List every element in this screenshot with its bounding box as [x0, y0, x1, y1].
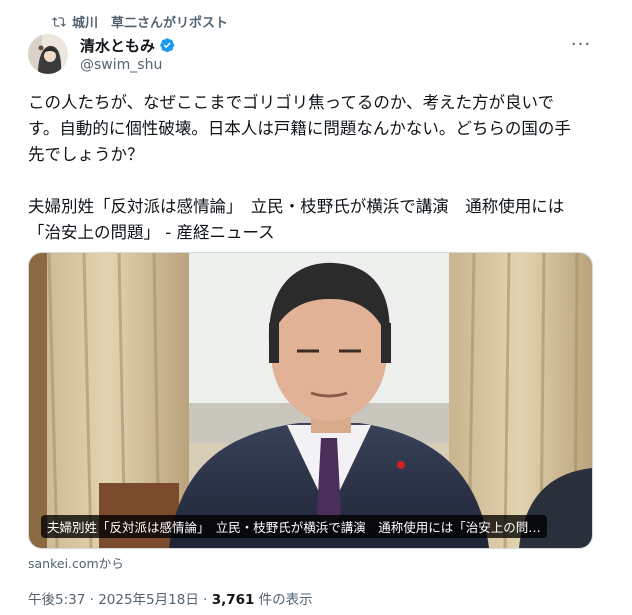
- repost-icon: [52, 16, 66, 27]
- tweet-line: 夫婦別姓「反対派は感情論」 立民・枝野氏が横浜で講演 通称使用には: [28, 197, 565, 216]
- card-image: [29, 253, 592, 548]
- tweet-line: 先でしょうか？: [28, 145, 144, 164]
- author-name[interactable]: 清水ともみ: [80, 35, 155, 56]
- tweet-text: この人たちが、なぜここまでゴリゴリ焦ってるのか、考えた方が良いで す。自動的に個…: [28, 90, 608, 246]
- view-count-label: 件の表示: [254, 592, 313, 608]
- repost-indicator[interactable]: 城川 草二さんがリポスト: [52, 12, 228, 31]
- tweet-meta: 午後5:37 · 2025年5月18日 · 3,761 件の表示: [28, 588, 313, 608]
- card-title: 夫婦別姓「反対派は感情論」 立民・枝野氏が横浜で講演 通称使用には「治安上の問…: [41, 515, 547, 538]
- author-handle[interactable]: @swim_shu: [80, 57, 162, 73]
- more-dots-icon: ···: [570, 33, 592, 55]
- tweet-line: 「治安上の問題」 - 産経ニュース: [28, 223, 275, 242]
- avatar[interactable]: [28, 34, 68, 74]
- author-name-row[interactable]: 清水ともみ: [80, 35, 177, 56]
- repost-text: 城川 草二さんがリポスト: [72, 16, 229, 31]
- tweet-line: す。自動的に個性破壊。日本人は戸籍に問題なんかない。どちらの国の手: [28, 119, 571, 138]
- link-card[interactable]: 夫婦別姓「反対派は感情論」 立民・枝野氏が横浜で講演 通称使用には「治安上の問…: [28, 252, 593, 549]
- tweet-timestamp[interactable]: 午後5:37 · 2025年5月18日 ·: [28, 592, 212, 608]
- card-source[interactable]: sankei.comから: [28, 553, 124, 572]
- more-options-button[interactable]: ···: [568, 33, 594, 55]
- tweet-line: この人たちが、なぜここまでゴリゴリ焦ってるのか、考えた方が良いで: [28, 93, 555, 112]
- verified-badge-icon: [160, 37, 175, 52]
- avatar-image: [28, 34, 68, 74]
- view-count: 3,761: [211, 592, 255, 608]
